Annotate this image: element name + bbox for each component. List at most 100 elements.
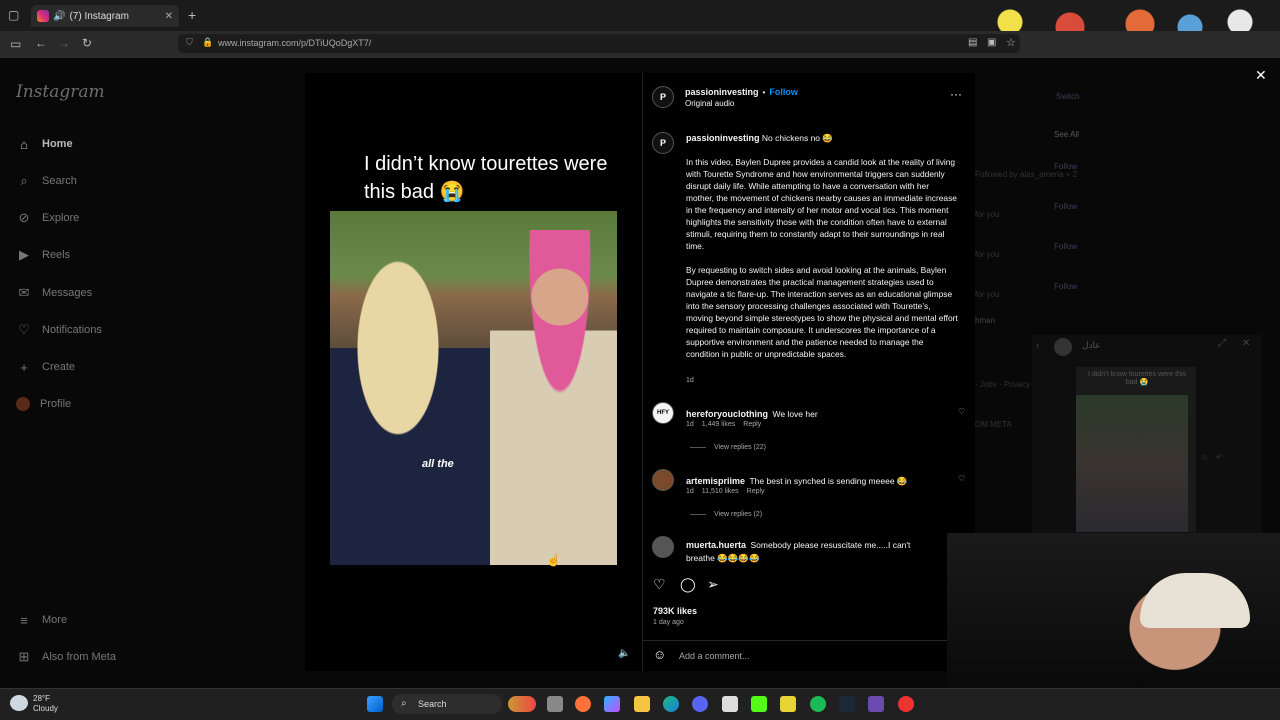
caption-avatar[interactable]: P [652, 132, 674, 154]
shield-icon[interactable]: ⛉ [186, 37, 193, 48]
mute-toggle-icon[interactable]: 🔈 [618, 648, 632, 662]
expand-icon[interactable]: ⤢ [1218, 338, 1226, 349]
sidebar-item-more[interactable]: ≡ More [16, 612, 67, 628]
spotify-icon[interactable] [810, 696, 826, 712]
windows-start-icon[interactable] [367, 696, 383, 712]
follow-button[interactable]: Follow [769, 87, 798, 97]
weather-widget[interactable]: 28°F Cloudy [33, 694, 58, 714]
forward-icon[interactable]: → [58, 36, 70, 50]
taskbar-search[interactable]: ⌕ Search [392, 694, 502, 714]
for-you-text: for you [975, 290, 1000, 299]
comment-like-icon[interactable]: ♡ [958, 407, 965, 416]
caption-head: No chickens no 😂 [761, 133, 833, 143]
add-comment-input[interactable]: Add a comment... [679, 651, 750, 661]
comment-meta: 1d 1,449 likes Reply [686, 421, 761, 428]
taskbar-search-label: Search [418, 699, 447, 709]
instagram-logo[interactable]: Instagram [16, 82, 105, 102]
speaker-icon[interactable]: 🔊 [53, 11, 65, 22]
reply-button[interactable]: Reply [747, 488, 765, 495]
close-icon[interactable]: ✕ [1242, 338, 1250, 349]
sidebar-item-explore[interactable]: ⊘ Explore [16, 210, 80, 226]
sidebar-item-notifications[interactable]: ♡ Notifications [16, 322, 102, 338]
comment-username[interactable]: hereforyouclothing [686, 409, 768, 419]
sidebar-item-label: Also from Meta [42, 651, 116, 663]
like-icon[interactable]: ♡ [653, 576, 666, 593]
human-text: hman [975, 316, 996, 325]
reader-view-icon[interactable]: ▤ [968, 37, 977, 48]
person-right-figure [490, 230, 617, 565]
close-icon[interactable]: ✕ [1255, 67, 1267, 84]
browser-tab[interactable]: 🔊 (7) Instagram ✕ [31, 5, 179, 27]
comment-like-icon[interactable]: ♡ [958, 474, 965, 483]
commenter-avatar[interactable]: HFY [652, 402, 674, 424]
switch-link: Switch [1056, 92, 1080, 101]
share-icon[interactable]: ➢ [707, 576, 719, 593]
mini-player[interactable]: ‹ عادل ⤢ ✕ I didn’t know tourettes were … [1032, 335, 1262, 535]
task-view-icon[interactable] [547, 696, 563, 712]
shared-post-card[interactable]: I didn’t know tourettes were this bad 😭 [1076, 367, 1196, 532]
app-icon[interactable] [898, 696, 914, 712]
caption-username[interactable]: passioninvesting [686, 133, 760, 143]
author-username[interactable]: passioninvesting [685, 87, 759, 97]
react-icon[interactable]: ☺ [1200, 452, 1209, 462]
sidebar-item-create[interactable]: + Create [16, 359, 75, 375]
back-icon[interactable]: ← [35, 36, 47, 50]
notes-icon[interactable] [780, 696, 796, 712]
edge-icon[interactable] [663, 696, 679, 712]
view-replies-button[interactable]: View replies (22) [690, 444, 766, 451]
for-you-text: for you [975, 210, 1000, 219]
sidebar-item-messages[interactable]: ✉ Messages [16, 285, 93, 301]
sidebar-item-home[interactable]: ⌂ Home [16, 136, 73, 152]
sidebar-item-reels[interactable]: ▶ Reels [16, 247, 70, 263]
comment-username[interactable]: muerta.huerta [686, 540, 746, 550]
sidebar-item-search[interactable]: ⌕ Search [16, 173, 77, 189]
author-avatar[interactable]: P [652, 86, 674, 108]
reload-icon[interactable]: ↻ [82, 36, 92, 50]
discord-icon[interactable] [692, 696, 708, 712]
sidebar-item-label: Create [42, 361, 76, 373]
commenter-avatar[interactable] [652, 536, 674, 558]
reels-icon: ▶ [19, 247, 29, 262]
commenter-avatar[interactable] [652, 469, 674, 491]
comment-likes[interactable]: 1,449 likes [702, 421, 735, 428]
store-icon[interactable] [722, 696, 738, 712]
firefox-icon[interactable] [575, 696, 591, 712]
bookmark-star-icon[interactable]: ☆ [1006, 36, 1016, 49]
pip-icon[interactable]: ▣ [987, 37, 996, 48]
lock-icon[interactable]: 🔒 [202, 37, 213, 48]
comment-text: The best in synched is sending meeee 😂 [749, 476, 908, 486]
chevron-left-icon[interactable]: ‹ [1036, 340, 1039, 351]
tab-title: (7) Instagram [69, 10, 129, 22]
comment-meta: 1d 11,510 likes Reply [686, 488, 765, 495]
sidebar-item-profile[interactable]: Profile [16, 397, 71, 411]
weather-temp: 28°F [33, 694, 50, 703]
copilot-icon[interactable] [604, 696, 620, 712]
weather-cloud-icon[interactable] [10, 695, 28, 711]
new-tab-icon[interactable]: + [188, 7, 196, 23]
close-tab-icon[interactable]: ✕ [165, 11, 173, 22]
emoji-icon[interactable]: ☺ [653, 647, 666, 662]
post-header: passioninvesting • Follow [685, 87, 798, 97]
from-meta-text: OM META [975, 420, 1012, 429]
likes-count[interactable]: 793K likes [653, 606, 697, 616]
video-subtitle: all the [422, 458, 454, 470]
comment-icon[interactable]: ◯ [680, 576, 696, 593]
view-replies-label: View replies (2) [714, 511, 763, 518]
more-options-icon[interactable]: ··· [950, 87, 962, 101]
compass-icon: ⊘ [18, 210, 30, 225]
audio-label[interactable]: Original audio [685, 99, 734, 108]
file-explorer-icon[interactable] [634, 696, 650, 712]
obs-icon[interactable] [868, 696, 884, 712]
address-bar[interactable]: ⛉ 🔒 www.instagram.com/p/DTiUQoDgXT7/ [178, 34, 1020, 53]
sidebar-item-also-from-meta[interactable]: ⊞ Also from Meta [16, 649, 116, 665]
view-replies-button[interactable]: View replies (2) [690, 511, 762, 518]
tab-actions-icon[interactable]: ▢ [8, 8, 19, 22]
comment-likes[interactable]: 11,510 likes [702, 488, 739, 495]
reply-arrow-icon[interactable]: ↶ [1216, 452, 1224, 463]
kick-icon[interactable] [751, 696, 767, 712]
post-description: In this video, Baylen Dupree provides a … [686, 156, 958, 360]
steam-icon[interactable] [839, 696, 855, 712]
sidebar-toggle-icon[interactable]: ▭ [10, 37, 21, 51]
reply-button[interactable]: Reply [743, 421, 761, 428]
comment-username[interactable]: artemispriime [686, 476, 745, 486]
